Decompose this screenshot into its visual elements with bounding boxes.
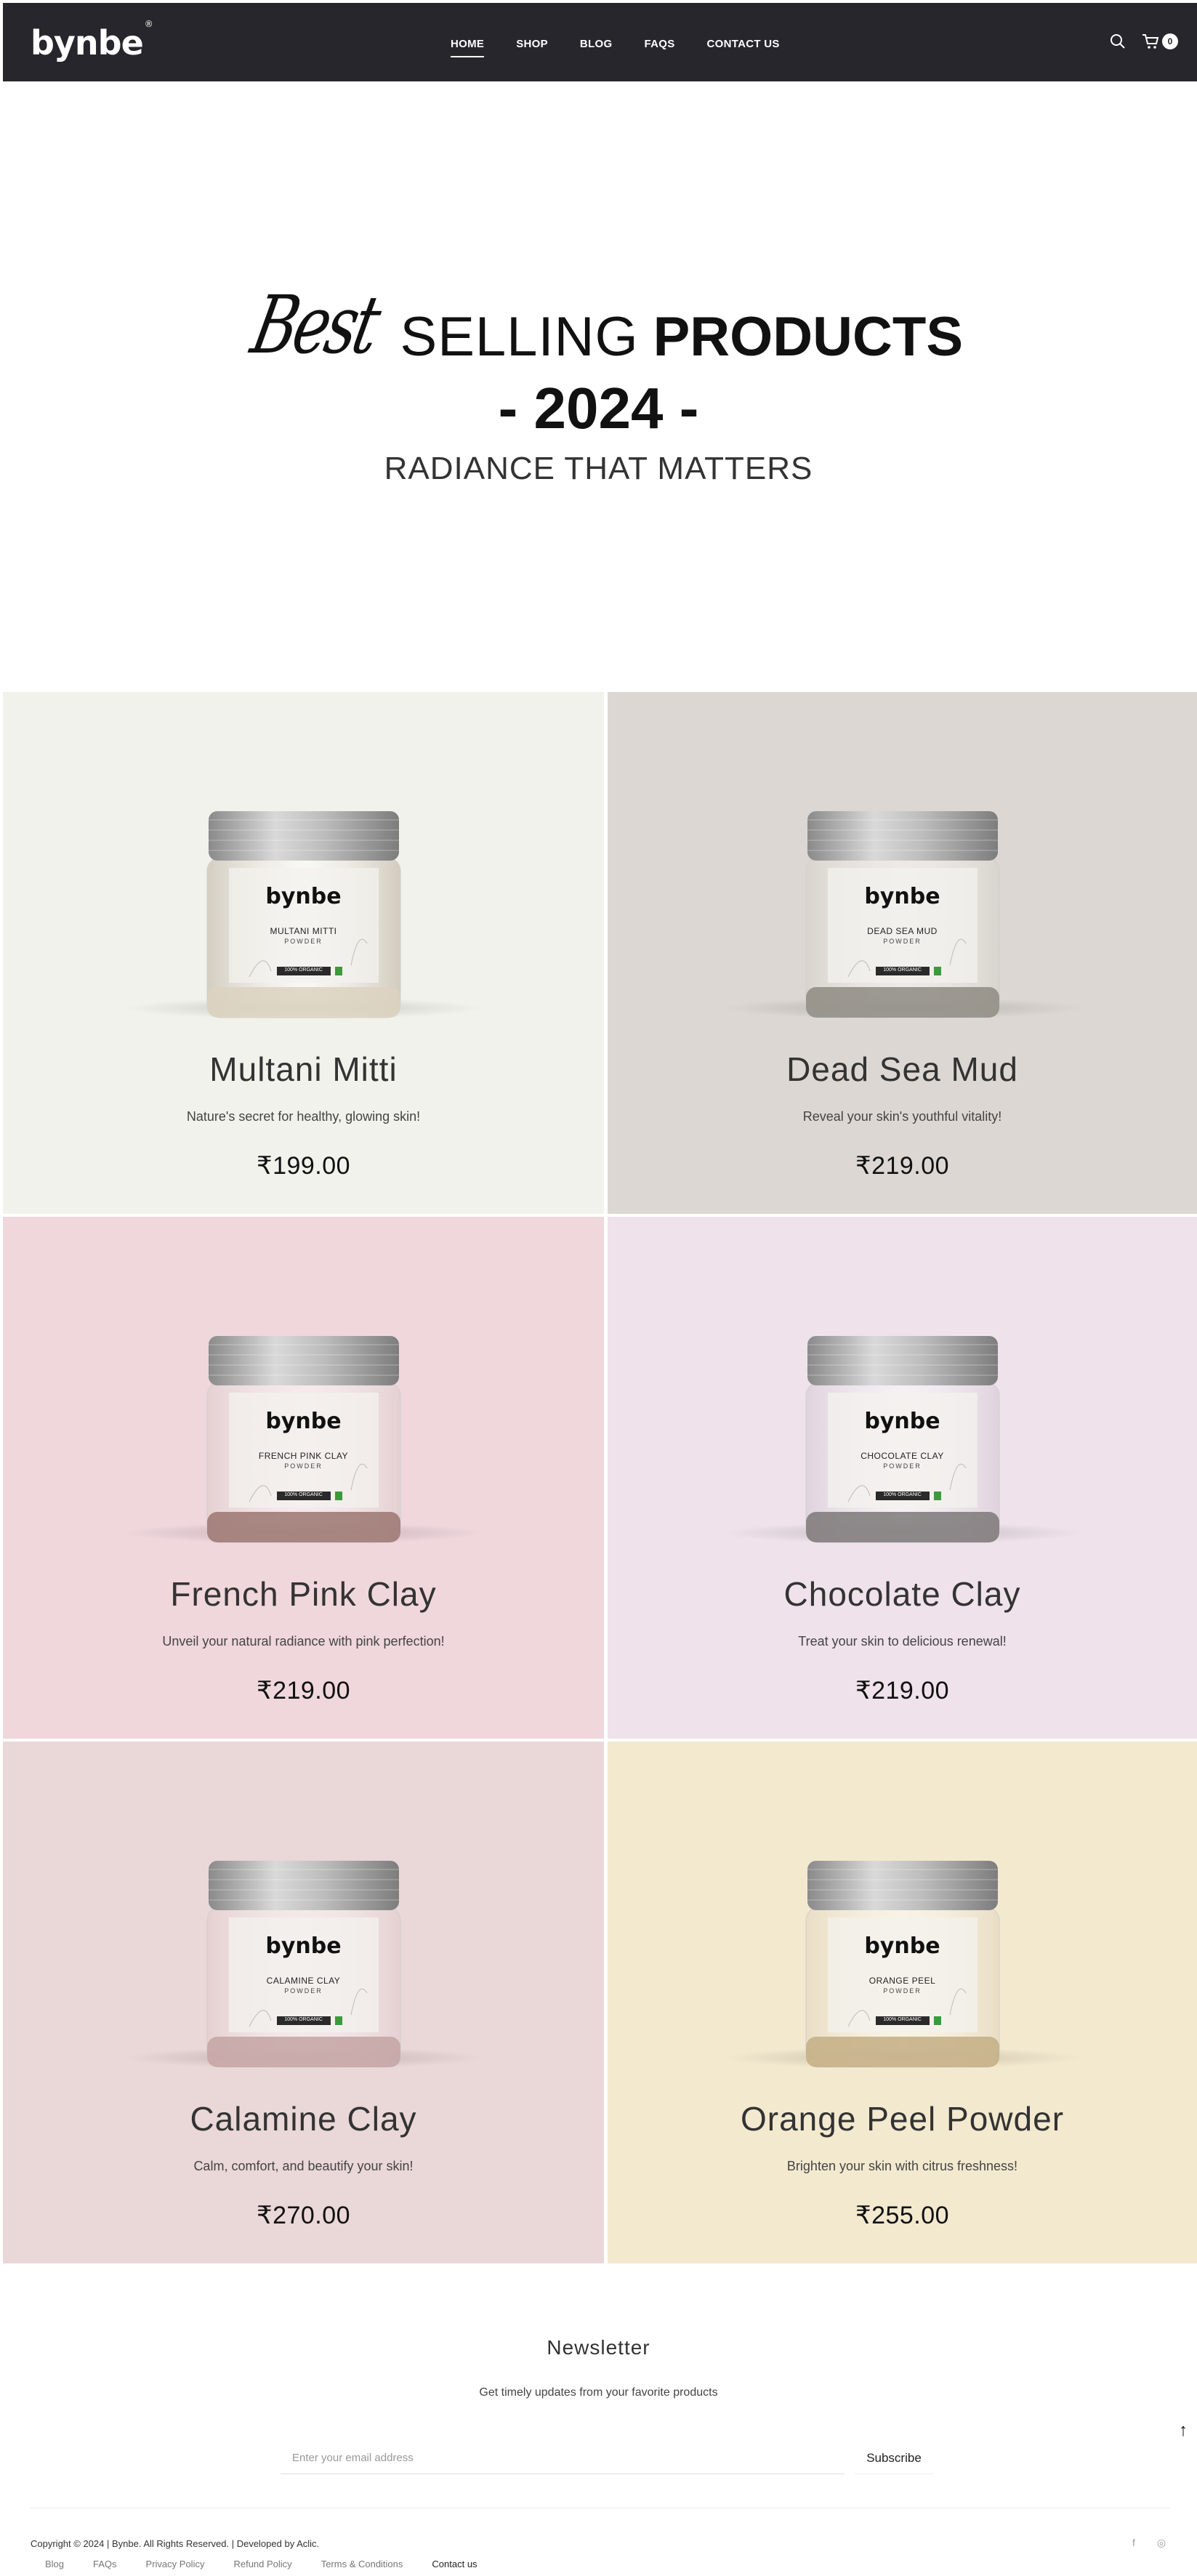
jar-powder-label: POWDER [883,1987,922,1995]
copyright-text: Copyright © 2024 | Bynbe. All Rights Res… [31,2538,320,2549]
product-price: ₹219.00 [855,1677,950,1704]
product-name[interactable]: Chocolate Clay [608,1574,1197,1614]
footer-link-terms[interactable]: Terms & Conditions [321,2559,403,2569]
jar-product-label: ORANGE PEEL [868,1976,936,1986]
product-description: Unveil your natural radiance with pink p… [162,1634,445,1649]
product-image[interactable]: bynbe ORANGE PEEL POWDER 100% ORGANIC [797,1855,1008,2077]
nav-home[interactable]: HOME [451,38,485,57]
product-name[interactable]: Multani Mitti [3,1050,604,1089]
product-price: ₹219.00 [256,1677,351,1704]
jar-product-label: CHOCOLATE CLAY [861,1451,944,1461]
jar-organic-badge: 100% ORGANIC [883,967,922,973]
instagram-icon[interactable]: ◎ [1157,2537,1166,2549]
site-header: bynbe ® HOME SHOP BLOG FAQS CONTACT US 0 [3,3,1197,81]
jar-organic-badge: 100% ORGANIC [284,2017,323,2022]
product-image[interactable]: bynbe CHOCOLATE CLAY POWDER 100% ORGANIC [797,1330,1008,1552]
newsletter-title: Newsletter [547,2336,650,2359]
hero-word-products: PRODUCTS [653,306,964,368]
hero-section: Best SELLING PRODUCTS - 2024 - RADIANCE … [0,81,1197,692]
product-price: ₹219.00 [855,1152,950,1180]
jar-powder-label: POWDER [883,938,922,945]
product-image[interactable]: bynbe CALAMINE CLAY POWDER 100% ORGANIC [198,1855,409,2077]
jar-product-label: CALAMINE CLAY [266,1976,341,1986]
jar-brand-label: bynbe [864,884,940,909]
social-links: f ◎ [1132,2537,1166,2549]
product-description: Calm, comfort, and beautify your skin! [193,2159,414,2173]
hero-year: - 2024 - [498,376,699,440]
jar-organic-badge: 100% ORGANIC [883,2017,922,2022]
jar-brand-label: bynbe [864,1933,940,1959]
cart-icon [1142,33,1159,49]
footer-link-contact-us[interactable]: Contact us [432,2559,477,2569]
hero-subtitle: RADIANCE THAT MATTERS [384,451,813,486]
product-description: Brighten your skin with citrus freshness… [786,2159,1018,2173]
footer-link-refund-policy[interactable]: Refund Policy [233,2559,291,2569]
product-card[interactable]: bynbe MULTANI MITTI POWDER 100% ORGANIC Mult… [3,692,604,1214]
header-icons: 0 [1110,33,1178,49]
product-card[interactable]: bynbe FRENCH PINK CLAY POWDER 100% ORGANIC F… [3,1217,604,1739]
jar-powder-label: POWDER [883,1462,922,1470]
jar-brand-label: bynbe [265,884,342,909]
product-name[interactable]: Calamine Clay [3,2099,604,2138]
jar-organic-badge: 100% ORGANIC [883,1492,922,1497]
main-nav: HOME SHOP BLOG FAQS CONTACT US [451,38,812,57]
product-description: Treat your skin to delicious renewal! [798,1634,1007,1649]
cart-button[interactable]: 0 [1142,33,1178,49]
product-card[interactable]: bynbe ORANGE PEEL POWDER 100% ORGANIC Orange… [608,1742,1197,2263]
scroll-to-top-icon[interactable]: ↑ [1179,2420,1188,2441]
nav-shop[interactable]: SHOP [516,38,548,50]
jar-product-label: MULTANI MITTI [270,926,337,936]
product-description: Reveal your skin's youthful vitality! [802,1109,1002,1124]
footer-link-faqs[interactable]: FAQs [93,2559,117,2569]
nav-contact-us[interactable]: CONTACT US [707,38,780,50]
nav-faqs[interactable]: FAQS [644,38,674,50]
product-card[interactable]: bynbe DEAD SEA MUD POWDER 100% ORGANIC Dead … [608,692,1197,1214]
jar-brand-label: bynbe [864,1409,940,1434]
email-field[interactable] [281,2442,845,2474]
search-icon[interactable] [1110,33,1126,49]
product-image[interactable]: bynbe MULTANI MITTI POWDER 100% ORGANIC [198,805,409,1027]
facebook-icon[interactable]: f [1132,2537,1135,2549]
hero-word-selling: SELLING [400,306,639,368]
jar-powder-label: POWDER [284,938,323,945]
jar-brand-label: bynbe [265,1933,342,1959]
product-card[interactable]: bynbe CHOCOLATE CLAY POWDER 100% ORGANIC Cho… [608,1217,1197,1739]
cart-count-badge: 0 [1162,33,1178,49]
nav-blog[interactable]: BLOG [580,38,613,50]
subscribe-button[interactable]: Subscribe [855,2442,933,2474]
product-name[interactable]: French Pink Clay [3,1574,604,1614]
jar-powder-label: POWDER [284,1462,323,1470]
hero-title: Best SELLING PRODUCTS [0,278,1197,371]
jar-organic-badge: 100% ORGANIC [284,967,323,973]
jar-organic-badge: 100% ORGANIC [284,1492,323,1497]
product-image[interactable]: bynbe DEAD SEA MUD POWDER 100% ORGANIC [797,805,1008,1027]
footer-link-blog[interactable]: Blog [45,2559,64,2569]
jar-powder-label: POWDER [284,1987,323,1995]
product-price: ₹255.00 [855,2202,950,2229]
newsletter-text: Get timely updates from your favorite pr… [479,2386,718,2399]
jar-brand-label: bynbe [265,1409,342,1434]
jar-product-label: DEAD SEA MUD [867,926,938,936]
jar-product-label: FRENCH PINK CLAY [258,1451,349,1461]
product-description: Nature's secret for healthy, glowing ski… [186,1109,421,1124]
hero-script-word: Best [244,278,386,371]
product-name[interactable]: Orange Peel Powder [608,2099,1197,2138]
product-price: ₹199.00 [256,1152,351,1180]
footer-links: Blog FAQs Privacy Policy Refund Policy T… [45,2559,477,2569]
product-name[interactable]: Dead Sea Mud [608,1050,1197,1089]
footer-link-privacy-policy[interactable]: Privacy Policy [146,2559,205,2569]
logo[interactable]: bynbe ® [31,19,153,63]
product-image[interactable]: bynbe FRENCH PINK CLAY POWDER 100% ORGANIC [198,1330,409,1552]
product-card[interactable]: bynbe CALAMINE CLAY POWDER 100% ORGANIC Cala… [3,1742,604,2263]
product-price: ₹270.00 [256,2202,351,2229]
